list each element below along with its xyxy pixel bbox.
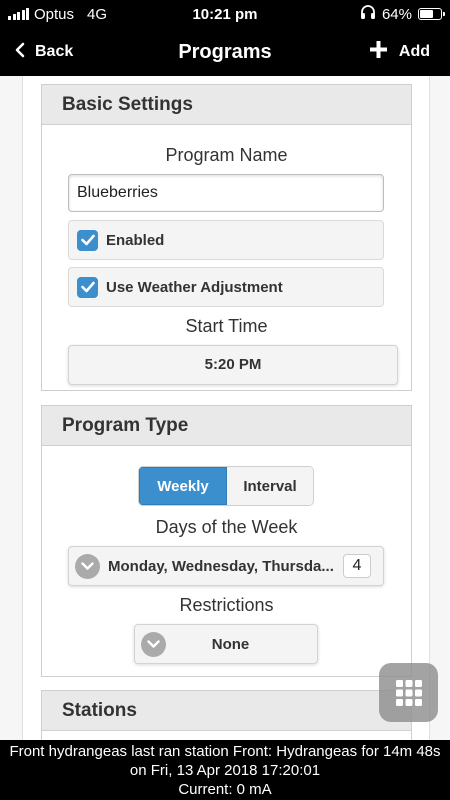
restrictions-value: None <box>211 635 250 653</box>
program-name-label: Program Name <box>165 145 288 165</box>
weather-adjustment-checkbox[interactable] <box>77 276 98 298</box>
back-label: Back <box>35 43 74 60</box>
days-of-week-select[interactable]: Monday, Wednesday, Thursda... 4 <box>68 546 384 586</box>
content-area[interactable]: Basic Settings Program Name Enabled Use … <box>0 76 450 740</box>
program-type-toggle: Weekly Interval <box>138 466 314 506</box>
battery-icon <box>418 8 445 20</box>
back-chevron-icon <box>14 42 25 63</box>
battery-fill <box>420 10 433 18</box>
weather-adjustment-label: Use Weather Adjustment <box>106 278 283 296</box>
grid-icon <box>395 679 422 706</box>
program-type-heading: Program Type <box>42 406 411 446</box>
back-button[interactable]: Back <box>14 28 73 76</box>
basic-settings-card: Basic Settings Program Name Enabled Use … <box>41 84 412 391</box>
content-panel: Basic Settings Program Name Enabled Use … <box>22 76 430 740</box>
network-type: 4G <box>87 5 108 23</box>
footer-line-date: on Fri, 13 Apr 2018 17:20:01 <box>129 762 321 779</box>
stations-heading: Stations <box>42 691 411 731</box>
basic-settings-heading: Basic Settings <box>42 85 411 125</box>
checkmark-icon <box>80 234 95 246</box>
grid-menu-button[interactable] <box>379 663 438 722</box>
weather-adjustment-row[interactable]: Use Weather Adjustment <box>68 267 384 307</box>
carrier-name: Optus <box>34 5 75 23</box>
add-label: Add <box>398 43 430 60</box>
program-name-input[interactable] <box>68 174 384 212</box>
enabled-label: Enabled <box>106 231 165 249</box>
footer-line-last-run: Front hydrangeas last ran station Front:… <box>9 743 441 760</box>
plus-icon <box>369 41 387 63</box>
footer-line-current: Current: 0 mA <box>178 781 272 798</box>
nav-header: Back Programs Add <box>0 28 450 76</box>
checkmark-icon <box>80 281 95 293</box>
restrictions-label: Restrictions <box>179 595 274 615</box>
footer-status: Front hydrangeas last ran station Front:… <box>0 740 450 800</box>
status-bar: Optus 4G 10:21 pm 64% <box>0 0 450 28</box>
weekly-option[interactable]: Weekly <box>139 467 227 505</box>
interval-option[interactable]: Interval <box>227 467 313 505</box>
start-time-button[interactable]: 5:20 PM <box>68 345 398 385</box>
signal-icon <box>8 8 29 20</box>
days-of-week-value: Monday, Wednesday, Thursda... <box>108 557 334 575</box>
chevron-down-icon <box>75 553 100 579</box>
chevron-down-icon <box>141 631 166 657</box>
stations-card: Stations <box>41 690 412 740</box>
program-type-card: Program Type Weekly Interval Days of the… <box>41 405 412 677</box>
battery-percent: 64% <box>381 5 412 23</box>
restrictions-select[interactable]: None <box>134 624 318 664</box>
enabled-checkbox-row[interactable]: Enabled <box>68 220 384 260</box>
start-time-label: Start Time <box>185 316 268 336</box>
days-count-badge: 4 <box>343 554 371 578</box>
status-left: Optus 4G <box>8 6 158 23</box>
headphones-icon <box>360 5 376 23</box>
days-of-week-label: Days of the Week <box>155 517 298 537</box>
add-button[interactable]: Add <box>369 28 430 76</box>
enabled-checkbox[interactable] <box>77 229 98 251</box>
status-time: 10:21 pm <box>192 5 258 23</box>
status-right: 64% <box>292 5 445 23</box>
